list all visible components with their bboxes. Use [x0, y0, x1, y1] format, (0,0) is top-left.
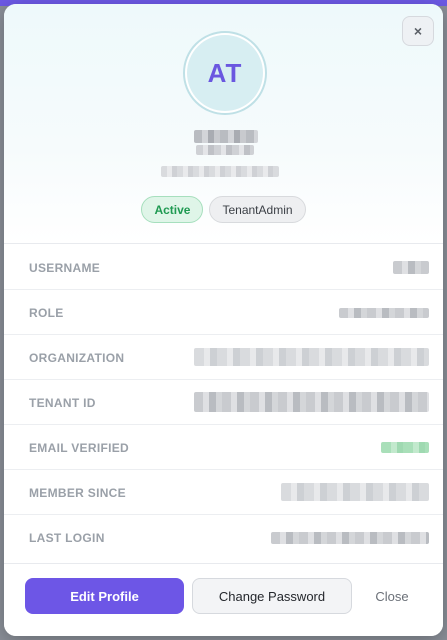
user-name-redacted — [194, 130, 258, 143]
username-value-redacted — [393, 261, 429, 274]
detail-label: ROLE — [29, 305, 64, 320]
close-button[interactable]: Close — [364, 578, 420, 614]
email-verified-value-redacted — [381, 442, 429, 453]
detail-label: ORGANIZATION — [29, 350, 125, 365]
detail-label: TENANT ID — [29, 395, 96, 410]
user-email-redacted — [161, 166, 279, 177]
detail-row-role: ROLE — [4, 290, 443, 335]
edit-profile-button[interactable]: Edit Profile — [25, 578, 184, 614]
change-password-button[interactable]: Change Password — [192, 578, 352, 614]
detail-row-member-since: MEMBER SINCE — [4, 470, 443, 515]
detail-row-tenant-id: TENANT ID — [4, 380, 443, 425]
detail-row-organization: ORGANIZATION — [4, 335, 443, 380]
avatar: AT — [187, 35, 263, 111]
organization-value-redacted — [194, 348, 429, 366]
user-name-redacted-line-2 — [196, 145, 254, 155]
badge-group: Active TenantAdmin — [4, 196, 443, 223]
last-login-value-redacted — [271, 532, 429, 544]
detail-label: EMAIL VERIFIED — [29, 440, 129, 455]
user-profile-modal: × AT Active TenantAdmin USERNAME ROLE OR… — [4, 4, 443, 636]
role-badge: TenantAdmin — [209, 196, 306, 223]
detail-label: LAST LOGIN — [29, 530, 105, 545]
detail-label: MEMBER SINCE — [29, 485, 126, 500]
detail-label: USERNAME — [29, 260, 101, 275]
tenant-id-value-redacted — [194, 392, 429, 412]
modal-footer: Edit Profile Change Password Close — [4, 563, 443, 636]
status-badge: Active — [141, 196, 204, 223]
member-since-value-redacted — [281, 483, 429, 501]
detail-row-username: USERNAME — [4, 245, 443, 290]
avatar-ring: AT — [183, 31, 267, 115]
detail-list: USERNAME ROLE ORGANIZATION TENANT ID EMA… — [4, 245, 443, 560]
detail-row-last-login: LAST LOGIN — [4, 515, 443, 560]
detail-row-email-verified: EMAIL VERIFIED — [4, 425, 443, 470]
role-value-redacted — [339, 308, 429, 318]
close-icon[interactable]: × — [402, 16, 434, 46]
profile-header: × AT Active TenantAdmin — [4, 4, 443, 244]
